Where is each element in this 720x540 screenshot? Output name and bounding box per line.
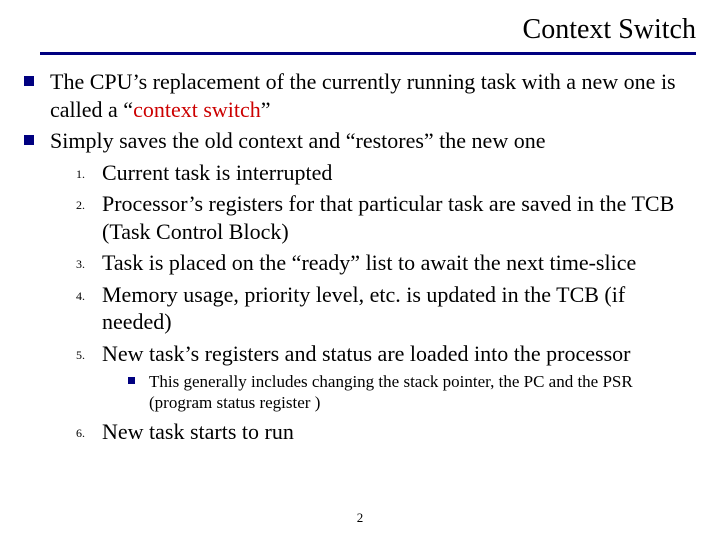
list-item: 1. Current task is interrupted	[76, 159, 696, 187]
item-text: Task is placed on the “ready” list to aw…	[102, 249, 696, 277]
item-text: New task starts to run	[102, 418, 696, 446]
sub-bullet: This generally includes changing the sta…	[128, 371, 696, 414]
item-number: 5.	[76, 340, 102, 363]
sub-bullet-list: This generally includes changing the sta…	[128, 371, 696, 414]
list-item: 4. Memory usage, priority level, etc. is…	[76, 281, 696, 336]
item-text: New task’s registers and status are load…	[102, 340, 696, 368]
item-text: Memory usage, priority level, etc. is up…	[102, 281, 696, 336]
list-item: 5. New task’s registers and status are l…	[76, 340, 696, 368]
list-item: 6. New task starts to run	[76, 418, 696, 446]
square-bullet-icon	[128, 377, 135, 384]
text-segment: Simply saves the old context and “restor…	[50, 128, 545, 153]
text-segment: ”	[261, 97, 271, 122]
item-number: 4.	[76, 281, 102, 304]
square-bullet-icon	[24, 76, 34, 86]
item-text: Processor’s registers for that particula…	[102, 190, 696, 245]
bullet-text: The CPU’s replacement of the currently r…	[50, 68, 696, 123]
bullet-level1: Simply saves the old context and “restor…	[20, 127, 696, 155]
item-number: 6.	[76, 418, 102, 441]
slide-title: Context Switch	[523, 14, 696, 45]
numbered-list: 1. Current task is interrupted 2. Proces…	[76, 159, 696, 368]
item-number: 3.	[76, 249, 102, 272]
slide-body: The CPU’s replacement of the currently r…	[20, 68, 696, 449]
item-number: 2.	[76, 190, 102, 213]
list-item: 2. Processor’s registers for that partic…	[76, 190, 696, 245]
bullet-level1: The CPU’s replacement of the currently r…	[20, 68, 696, 123]
item-text: Current task is interrupted	[102, 159, 696, 187]
accent-text: context switch	[133, 97, 261, 122]
item-number: 1.	[76, 159, 102, 182]
list-item: 3. Task is placed on the “ready” list to…	[76, 249, 696, 277]
sub-bullet-text: This generally includes changing the sta…	[149, 371, 696, 414]
bullet-text: Simply saves the old context and “restor…	[50, 127, 696, 155]
page-number: 2	[0, 510, 720, 526]
slide: Context Switch The CPU’s replacement of …	[0, 0, 720, 540]
square-bullet-icon	[24, 135, 34, 145]
title-bar: Context Switch	[40, 14, 696, 55]
numbered-list: 6. New task starts to run	[76, 418, 696, 446]
